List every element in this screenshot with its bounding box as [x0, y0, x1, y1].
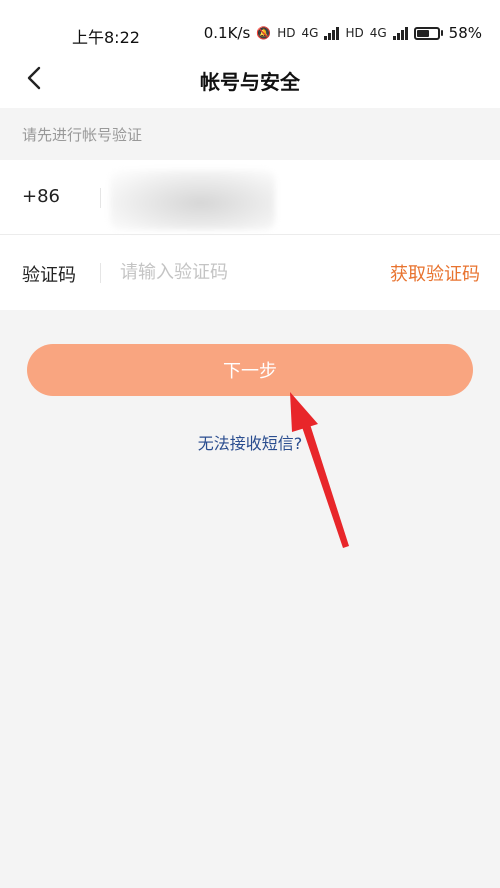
- network-speed: 0.1K/s: [203, 24, 251, 42]
- code-label: 验证码: [22, 265, 76, 286]
- mute-icon: 🔕: [256, 26, 272, 40]
- status-time: 上午8:22: [72, 28, 140, 47]
- divider: [100, 188, 101, 208]
- divider: [100, 263, 101, 283]
- battery-icon: [413, 26, 443, 40]
- page-title: 帐号与安全: [200, 70, 300, 94]
- hd-icon: HD: [277, 26, 296, 40]
- battery-percent: 58%: [448, 24, 482, 42]
- next-button[interactable]: 下一步: [27, 344, 473, 396]
- status-icons: 0.1K/s 🔕 HD 4G HD 4G 58%: [204, 24, 482, 42]
- hd-icon: HD: [345, 26, 364, 40]
- verification-form: +86 验证码 获取验证码: [0, 160, 500, 310]
- code-row: 验证码 获取验证码: [0, 235, 500, 310]
- phone-row: +86: [0, 160, 500, 235]
- signal-icon: [392, 26, 408, 40]
- network-type-2: 4G: [369, 26, 387, 40]
- code-input[interactable]: [120, 257, 360, 287]
- no-sms-link[interactable]: 无法接收短信?: [0, 430, 500, 454]
- nav-bar: 帐号与安全: [0, 50, 500, 108]
- status-bar: 上午8:22 0.1K/s 🔕 HD 4G HD 4G 58%: [0, 0, 500, 50]
- signal-icon: [324, 26, 340, 40]
- phone-number-blurred: [110, 170, 275, 230]
- get-code-button[interactable]: 获取验证码: [390, 260, 480, 286]
- arrow-head: [290, 392, 318, 432]
- country-code: +86: [22, 186, 60, 207]
- network-type-1: 4G: [301, 26, 319, 40]
- section-hint: 请先进行帐号验证: [0, 108, 500, 160]
